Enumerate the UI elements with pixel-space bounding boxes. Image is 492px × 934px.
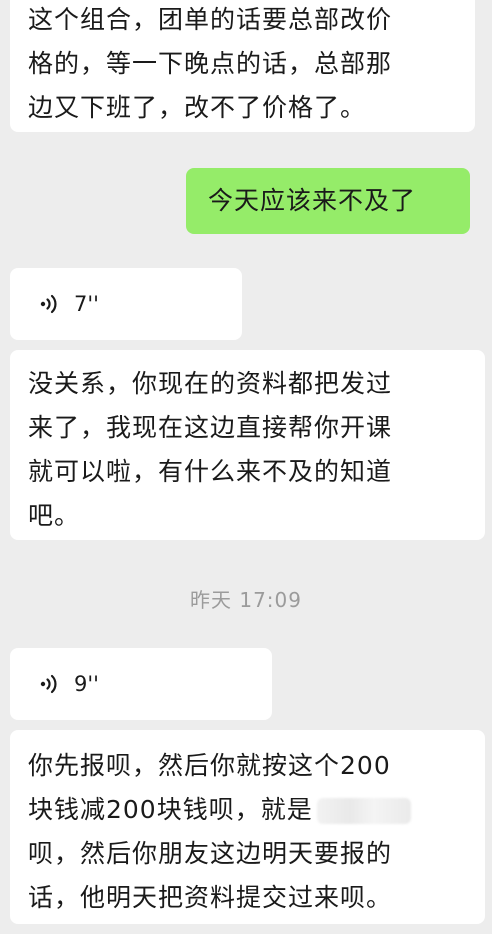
- message-line: 格的，等一下晚点的话，总部那: [28, 49, 393, 78]
- message-line: 今天应该来不及了: [208, 186, 417, 215]
- voice-duration: 9'': [74, 672, 99, 696]
- message-line: 话，他明天把资料提交过来呗。: [28, 883, 393, 912]
- message-line: 来了，我现在这边直接帮你开课: [28, 413, 393, 442]
- voice-wave-icon: [40, 294, 57, 314]
- message-bubble-outgoing[interactable]: 今天应该来不及了: [186, 168, 470, 234]
- redacted-blur: [316, 798, 411, 824]
- timestamp: 昨天 17:09: [190, 588, 302, 612]
- voice-duration: 7'': [74, 292, 99, 316]
- message-line: 没关系，你现在的资料都把发过: [28, 369, 393, 398]
- message-line: 块钱减200块钱呗，就是: [28, 788, 467, 832]
- message-line: 呗，然后你朋友这边明天要报的: [28, 839, 393, 868]
- chat-window: 这个组合，团单的话要总部改价 格的，等一下晚点的话，总部那 边又下班了，改不了价…: [0, 0, 492, 934]
- message-line: 吧。: [28, 501, 81, 530]
- message-bubble-incoming[interactable]: 你先报呗，然后你就按这个200 块钱减200块钱呗，就是 呗，然后你朋友这边明天…: [10, 730, 485, 924]
- voice-message-bubble[interactable]: 9'': [10, 648, 272, 720]
- message-line: 边又下班了，改不了价格了。: [28, 93, 367, 122]
- message-line: 这个组合，团单的话要总部改价: [28, 5, 393, 34]
- message-line: 你先报呗，然后你就按这个200: [28, 751, 391, 780]
- message-line: 就可以啦，有什么来不及的知道: [28, 457, 393, 486]
- message-bubble-incoming[interactable]: 没关系，你现在的资料都把发过 来了，我现在这边直接帮你开课 就可以啦，有什么来不…: [10, 350, 485, 540]
- voice-message-bubble[interactable]: 7'': [10, 268, 242, 340]
- message-line-text: 块钱减200块钱呗，就是: [28, 795, 313, 824]
- voice-wave-icon: [40, 674, 57, 694]
- message-bubble-incoming[interactable]: 这个组合，团单的话要总部改价 格的，等一下晚点的话，总部那 边又下班了，改不了价…: [10, 0, 475, 132]
